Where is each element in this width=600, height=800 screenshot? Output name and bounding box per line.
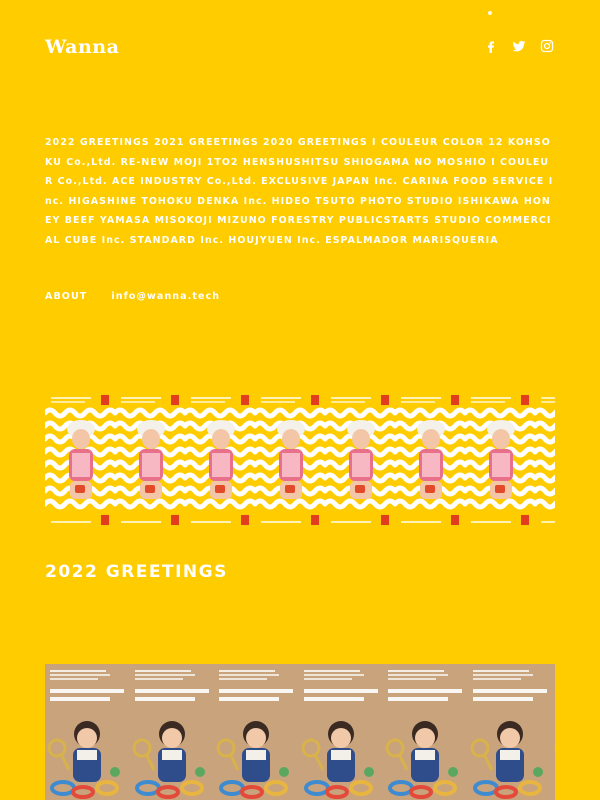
sparkle-dot [488,11,492,15]
greeting-card-tile [45,391,115,529]
social-links [484,39,554,53]
greeting-card-tile [535,391,555,529]
greeting-card-tile [214,664,299,800]
greeting-card-tile [465,391,535,529]
about-link[interactable]: ABOUT [45,291,87,302]
greeting-card-tile [395,391,465,529]
greeting-card-tile [467,664,552,800]
greeting-card-tile [298,664,383,800]
greeting-card-tile [552,664,555,800]
greeting-card-tile [129,664,214,800]
greeting-card-tile [45,664,130,800]
greeting-card-tile [383,664,468,800]
banner-strip-2 [45,664,555,800]
greeting-2022-banner[interactable] [45,391,555,529]
greeting-card-tile [185,391,255,529]
client-list: 2022 GREETINGS 2021 GREETINGS 2020 GREET… [45,137,554,246]
banner-strip [45,391,555,529]
greeting-card-tile [115,391,185,529]
greeting-card-tile [255,391,325,529]
twitter-icon[interactable] [512,39,526,53]
greeting-card-banner[interactable] [45,664,555,800]
greeting-card-tile [325,391,395,529]
instagram-icon[interactable] [540,39,554,53]
section-title: 2022 GREETINGS [45,562,228,582]
logo[interactable]: Wanna [45,36,119,58]
facebook-icon[interactable] [484,39,498,53]
email-link[interactable]: info@wanna.tech [111,291,220,302]
footer-links: ABOUT info@wanna.tech [45,291,220,302]
